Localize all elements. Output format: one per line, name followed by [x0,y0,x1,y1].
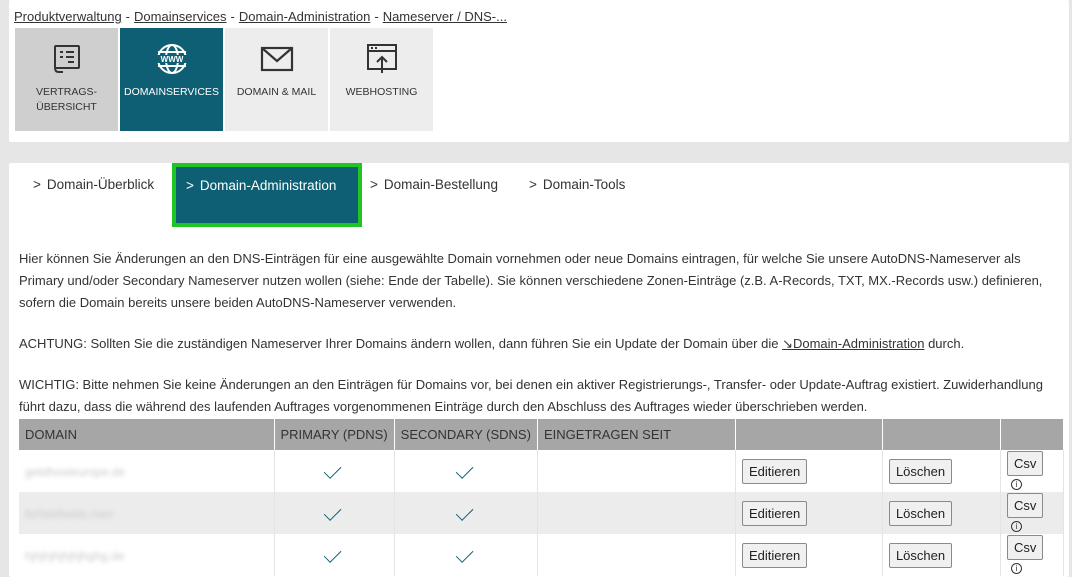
edit-cell: Editieren [735,450,883,492]
service-tiles: Vertrags- Übersicht WWW Domainservices [15,28,433,131]
breadcrumb-separator: - [230,9,235,24]
contract-icon [51,42,83,76]
primary-cell [274,450,395,492]
tab-domain-administration[interactable]: > Domain-Administration [172,163,362,227]
secondary-cell [394,450,538,492]
tab-domain-ueberblick[interactable]: > Domain-Überblick [33,177,154,192]
main-panel: > Domain-Überblick > Domain-Administration… [9,163,1069,577]
checkmark-icon [323,502,342,521]
chevron-right-icon: > [186,178,194,193]
dns-table: Domain Primary (PDNS) Secondary (SDNS) E… [19,419,1065,576]
domain-cell: hjhjhjhjhjhjhghg.de [19,534,275,576]
domain-administration-link[interactable]: ↘Domain-Administration [782,336,924,351]
tile-vertragsuebersicht[interactable]: Vertrags- Übersicht [15,28,118,131]
tile-label: Domainservices [124,86,219,98]
checkmark-icon [455,544,474,563]
tile-label: Webhosting [345,86,418,98]
checkmark-icon [455,460,474,479]
edit-button[interactable]: Editieren [741,458,808,484]
tile-label: Vertrags- Übersicht [35,86,98,113]
domain-cell: forfasthosts.com [19,492,275,534]
csv-button[interactable]: Csv [1006,535,1044,560]
csv-cell: Csv i [1000,534,1065,576]
header-delete [882,419,1001,450]
csv-cell: Csv i [1000,450,1065,492]
primary-cell [274,492,395,534]
delete-cell: Löschen [882,534,1001,576]
since-cell [537,534,736,576]
tab-domain-tools[interactable]: > Domain-Tools [529,177,625,192]
delete-button[interactable]: Löschen [888,458,953,484]
breadcrumb-domain-administration[interactable]: Domain-Administration [239,9,371,24]
chevron-right-icon: > [33,177,41,192]
table-row: getdhosteurope.de Editieren Löschen Csv i [19,450,1065,492]
breadcrumb-domainservices[interactable]: Domainservices [134,9,226,24]
delete-cell: Löschen [882,492,1001,534]
intro-paragraph: Hier können Sie Änderungen an den DNS-Ei… [19,251,1043,310]
table-row: hjhjhjhjhjhjhghg.de Editieren Löschen Cs… [19,534,1065,576]
warning-paragraph: ACHTUNG: Sollten Sie die zuständigen Nam… [19,336,965,351]
since-cell [537,492,736,534]
breadcrumb-separator: - [374,9,379,24]
subtab-bar: > Domain-Überblick > Domain-Administration… [9,163,1069,227]
mail-icon [260,42,294,76]
info-icon[interactable]: i [1010,563,1022,575]
breadcrumb: Produktverwaltung - Domainservices - Domain-… [14,9,507,24]
since-cell [537,450,736,492]
header-edit [735,419,883,450]
header-csv [1000,419,1065,450]
table-header-row: Domain Primary (PDNS) Secondary (SDNS) E… [19,419,1065,450]
header-since: Eingetragen seit [537,419,736,450]
edit-cell: Editieren [735,534,883,576]
header-secondary: Secondary (SDNS) [394,419,538,450]
edit-cell: Editieren [735,492,883,534]
svg-text:WWW: WWW [160,55,183,64]
chevron-right-icon: > [370,177,378,192]
checkmark-icon [323,460,342,479]
header-domain: Domain [19,419,275,450]
domain-cell: getdhosteurope.de [19,450,275,492]
domain-name: getdhosteurope.de [25,464,126,479]
edit-button[interactable]: Editieren [741,542,808,568]
chevron-right-icon: > [529,177,537,192]
tile-domainservices[interactable]: WWW Domainservices [120,28,223,131]
csv-button[interactable]: Csv [1006,451,1044,476]
delete-cell: Löschen [882,450,1001,492]
delete-button[interactable]: Löschen [888,542,953,568]
info-icon[interactable]: i [1010,521,1022,533]
csv-cell: Csv i [1000,492,1065,534]
breadcrumb-separator: - [125,9,131,24]
secondary-cell [394,492,538,534]
top-panel: Produktverwaltung - Domainservices - Domain-… [9,0,1069,142]
tile-label: Domain & Mail [236,86,317,98]
csv-button[interactable]: Csv [1006,493,1044,518]
webhosting-icon [366,42,398,76]
table-row: forfasthosts.com Editieren Löschen Csv i [19,492,1065,534]
important-paragraph: WICHTIG: Bitte nehmen Sie keine Änderung… [19,377,1043,414]
domain-name: hjhjhjhjhjhjhghg.de [25,548,125,563]
edit-button[interactable]: Editieren [741,500,808,526]
checkmark-icon [323,544,342,563]
delete-button[interactable]: Löschen [888,500,953,526]
breadcrumb-nameserver-dns[interactable]: Nameserver / DNS-... [383,9,507,24]
secondary-cell [394,534,538,576]
breadcrumb-produktverwaltung[interactable]: Produktverwaltung [14,9,122,24]
checkmark-icon [455,502,474,521]
info-icon[interactable]: i [1010,479,1022,491]
www-globe-icon: WWW [155,42,189,76]
domain-name: forfasthosts.com [25,506,114,521]
header-primary: Primary (PDNS) [274,419,395,450]
tile-domain-mail[interactable]: Domain & Mail [225,28,328,131]
primary-cell [274,534,395,576]
tab-domain-bestellung[interactable]: > Domain-Bestellung [370,177,498,192]
tile-webhosting[interactable]: Webhosting [330,28,433,131]
